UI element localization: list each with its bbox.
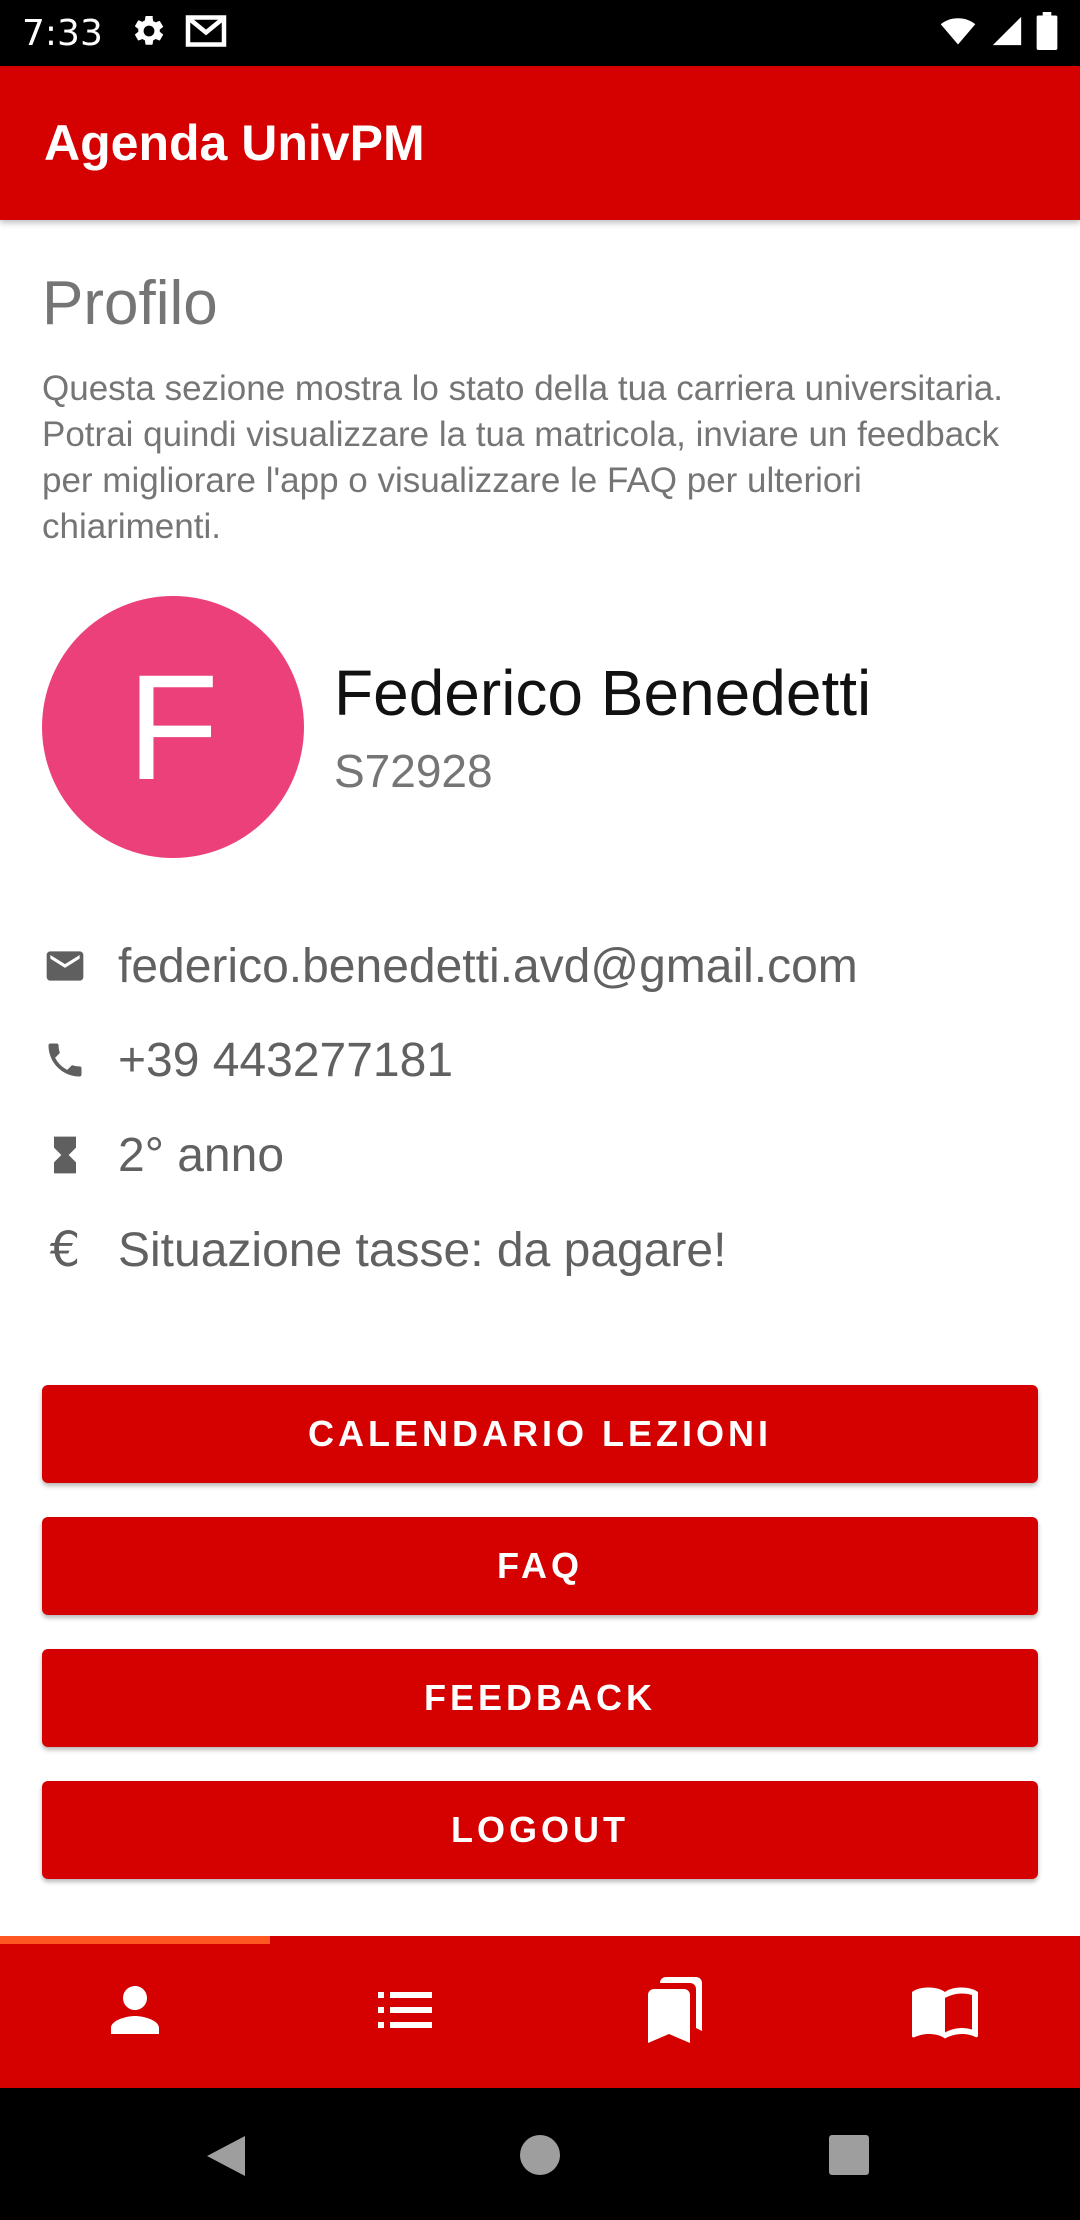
- signal-icon: [990, 13, 1024, 54]
- fees-text: Situazione tasse: da pagare!: [118, 1223, 727, 1277]
- avatar-letter: F: [127, 642, 219, 811]
- feedback-button[interactable]: FEEDBACK: [42, 1649, 1038, 1747]
- hourglass-icon: [42, 1132, 88, 1178]
- phone-text: +39 443277181: [118, 1033, 454, 1087]
- gmail-icon: [185, 13, 227, 54]
- info-row-email: federico.benedetti.avd@gmail.com: [42, 936, 858, 996]
- euro-icon: €: [49, 1222, 81, 1278]
- year-text: 2° anno: [118, 1128, 285, 1182]
- bottom-navigation: [0, 1936, 1080, 2088]
- home-icon[interactable]: [519, 2134, 561, 2181]
- email-icon: [42, 943, 88, 989]
- system-navigation-bar: [0, 2088, 1080, 2220]
- calendar-button[interactable]: CALENDARIO LEZIONI: [42, 1385, 1038, 1483]
- nav-item-bookmarks[interactable]: [540, 1936, 810, 2088]
- recents-icon[interactable]: [829, 2135, 869, 2180]
- phone-icon: [42, 1037, 88, 1083]
- book-icon: [909, 1974, 981, 2051]
- profile-icon: [99, 1974, 171, 2051]
- user-name: Federico Benedetti: [334, 657, 872, 729]
- section-description: Questa sezione mostra lo stato della tua…: [42, 369, 1004, 546]
- faq-button[interactable]: FAQ: [42, 1517, 1038, 1615]
- bookmarks-icon: [639, 1974, 711, 2051]
- list-icon: [369, 1974, 441, 2051]
- app-bar: Agenda UnivPM: [0, 66, 1080, 220]
- back-icon[interactable]: [205, 2134, 247, 2183]
- nav-item-book[interactable]: [810, 1936, 1080, 2088]
- info-row-year: 2° anno: [42, 1125, 284, 1185]
- avatar: F: [42, 596, 304, 858]
- status-bar: 7:33: [0, 0, 1080, 66]
- nav-item-profile[interactable]: [0, 1936, 270, 2088]
- email-text: federico.benedetti.avd@gmail.com: [118, 939, 858, 993]
- wifi-icon: [938, 13, 978, 54]
- logout-button[interactable]: LOGOUT: [42, 1781, 1038, 1879]
- app-title: Agenda UnivPM: [44, 115, 425, 171]
- battery-icon: [1036, 11, 1058, 55]
- user-id: S72928: [334, 745, 493, 797]
- nav-selected-indicator: [0, 1936, 270, 1944]
- nav-item-list[interactable]: [270, 1936, 540, 2088]
- info-row-fees: € Situazione tasse: da pagare!: [42, 1220, 727, 1280]
- page-title: Profilo: [42, 269, 218, 338]
- settings-icon: [131, 13, 167, 54]
- status-time: 7:33: [22, 12, 103, 54]
- info-row-phone: +39 443277181: [42, 1030, 453, 1090]
